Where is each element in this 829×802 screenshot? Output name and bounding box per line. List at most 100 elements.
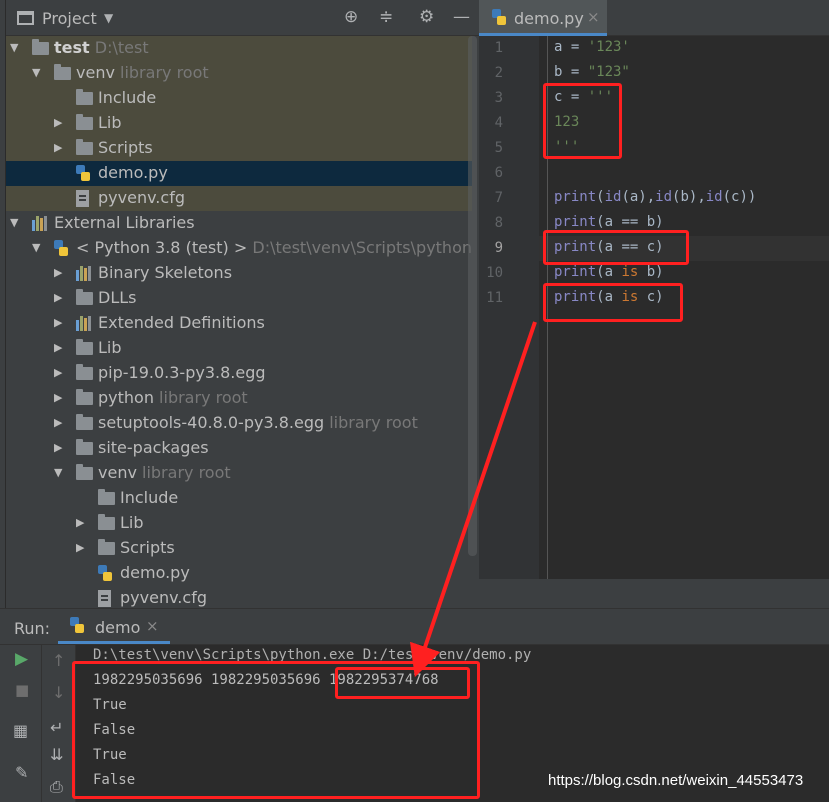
up-arrow-icon[interactable]: ↑ (52, 651, 65, 670)
chevron-down-icon[interactable]: ▼ (10, 41, 18, 54)
python-file-icon (76, 165, 90, 182)
tree-item[interactable]: ▶ python library root (6, 386, 472, 411)
libraries-icon (76, 266, 94, 281)
layout-icon[interactable]: ▦ (13, 721, 28, 740)
soft-wrap-icon[interactable]: ↵ (50, 718, 63, 737)
tree-scrollbar[interactable] (468, 36, 477, 556)
code-line[interactable]: b = "123" (554, 64, 630, 80)
close-icon[interactable]: × (587, 8, 600, 26)
chevron-down-icon[interactable]: ▼ (10, 216, 18, 229)
tree-item[interactable]: pyvenv.cfg (6, 186, 472, 211)
tree-item-path: D:\test (89, 38, 149, 57)
tree-item-name: External Libraries (54, 213, 195, 232)
tree-item[interactable]: ▼ venv library root (6, 461, 472, 486)
code-token: ( (596, 189, 605, 205)
editor-tab-bar: demo.py × (479, 0, 829, 36)
project-panel-header: Project ▼ ⊕ ≑ ⚙ — (6, 0, 479, 36)
chevron-down-icon[interactable]: ▼ (32, 241, 40, 254)
code-token: print (554, 264, 597, 280)
chevron-down-icon[interactable]: ▼ (54, 466, 62, 479)
chevron-right-icon[interactable]: ▶ (54, 116, 62, 129)
tree-item[interactable]: ▶ site-packages (6, 436, 472, 461)
tab-run-demo[interactable]: demo × (58, 611, 170, 644)
rerun-icon[interactable]: ▶ (15, 649, 28, 669)
chevron-right-icon[interactable]: ▶ (54, 141, 62, 154)
chevron-right-icon[interactable]: ▶ (54, 441, 62, 454)
chevron-down-icon[interactable]: ▼ (104, 11, 113, 25)
code-line[interactable]: print(a == b) (554, 214, 664, 230)
code-token: id (705, 189, 723, 205)
chevron-right-icon[interactable]: ▶ (76, 541, 84, 554)
tree-item[interactable]: demo.py (6, 561, 472, 586)
tree-item-name: Include (120, 488, 179, 507)
run-toolbar: ▶ ■ ▦ ✎ (0, 645, 42, 802)
tree-item[interactable]: ▶ Extended Definitions (6, 311, 472, 336)
tree-item-label: demo.py (98, 163, 168, 182)
tree-item-name: python (98, 388, 154, 407)
chevron-right-icon[interactable]: ▶ (76, 516, 84, 529)
chevron-right-icon[interactable]: ▶ (54, 316, 62, 329)
annotation-box-is-c (543, 283, 683, 322)
code-line[interactable]: a = '123' (554, 39, 630, 55)
locate-file-icon[interactable]: ⊕ (344, 7, 358, 27)
tree-item[interactable]: ▼ External Libraries (6, 211, 472, 236)
tree-item[interactable]: ▶ pip-19.0.3-py3.8.egg (6, 361, 472, 386)
close-icon[interactable]: × (146, 617, 159, 635)
code-token: (a (596, 264, 622, 280)
stop-icon[interactable]: ■ (15, 681, 29, 699)
tree-item[interactable]: ▼ test D:\test (6, 36, 472, 61)
tree-item[interactable]: ▶ setuptools-40.8.0-py3.8.egg library roo… (6, 411, 472, 436)
tree-item[interactable]: ▶ Binary Skeletons (6, 261, 472, 286)
python-file-icon (98, 565, 112, 582)
code-token: a = (554, 39, 588, 55)
tree-item-suffix: D:\test\venv\Scripts\python.exe (252, 238, 472, 257)
collapse-all-icon[interactable]: ≑ (379, 7, 393, 27)
pin-icon[interactable]: ✎ (15, 763, 28, 782)
tree-item[interactable]: Include (6, 86, 472, 111)
tree-item[interactable]: ▶ Lib (6, 511, 472, 536)
tree-item-name: venv (98, 463, 137, 482)
code-line[interactable]: print(id(a),id(b),id(c)) (554, 189, 756, 205)
code-token: b) (638, 264, 664, 280)
tree-item[interactable]: ▶ Scripts (6, 536, 472, 561)
print-icon[interactable]: ⎙ (50, 777, 63, 797)
tree-item[interactable]: ▶ DLLs (6, 286, 472, 311)
tree-item-name: Scripts (98, 138, 153, 157)
tree-item-name: Lib (120, 513, 144, 532)
tree-item-label: demo.py (120, 563, 190, 582)
chevron-right-icon[interactable]: ▶ (54, 291, 62, 304)
tree-item-label: < Python 3.8 (test) > D:\test\venv\Scrip… (76, 238, 472, 257)
tree-item-name: Scripts (120, 538, 175, 557)
tree-item[interactable]: ▶ Lib (6, 336, 472, 361)
code-editor[interactable]: 1 2 3 4 5 6 7 8 9 10 11 a = '123' b = "123" c = ''' 1… (479, 36, 829, 608)
tree-item-name: Lib (98, 338, 122, 357)
tree-item[interactable]: ▼ venv library root (6, 61, 472, 86)
tree-item[interactable]: demo.py (6, 161, 472, 186)
chevron-right-icon[interactable]: ▶ (54, 341, 62, 354)
chevron-right-icon[interactable]: ▶ (54, 366, 62, 379)
chevron-down-icon[interactable]: ▼ (32, 66, 40, 79)
chevron-right-icon[interactable]: ▶ (54, 391, 62, 404)
chevron-right-icon[interactable]: ▶ (54, 266, 62, 279)
gear-icon[interactable]: ⚙ (419, 7, 434, 27)
tree-item[interactable]: Include (6, 486, 472, 511)
scroll-to-end-icon[interactable]: ⇊ (50, 745, 63, 764)
folder-icon (76, 139, 93, 155)
folder-icon (76, 289, 93, 305)
tree-item-label: Lib (98, 113, 122, 132)
tree-item[interactable]: ▶ Lib (6, 111, 472, 136)
python-file-icon (70, 617, 84, 634)
code-line[interactable]: print(a is b) (554, 264, 664, 280)
tree-item-name: pyvenv.cfg (98, 188, 185, 207)
tree-item-label: pyvenv.cfg (120, 588, 207, 607)
chevron-right-icon[interactable]: ▶ (54, 416, 62, 429)
down-arrow-icon[interactable]: ↓ (52, 683, 65, 702)
tab-demo-py[interactable]: demo.py × (479, 0, 607, 36)
tree-item-label: pip-19.0.3-py3.8.egg (98, 363, 266, 382)
minimize-icon[interactable]: — (453, 7, 470, 27)
tree-item[interactable]: ▶ Scripts (6, 136, 472, 161)
code-token: (b), (672, 189, 706, 205)
tree-item[interactable]: ▼ < Python 3.8 (test) > D:\test\venv\Scri… (6, 236, 472, 261)
project-panel-title[interactable]: Project (42, 9, 97, 28)
code-token: id (604, 189, 622, 205)
